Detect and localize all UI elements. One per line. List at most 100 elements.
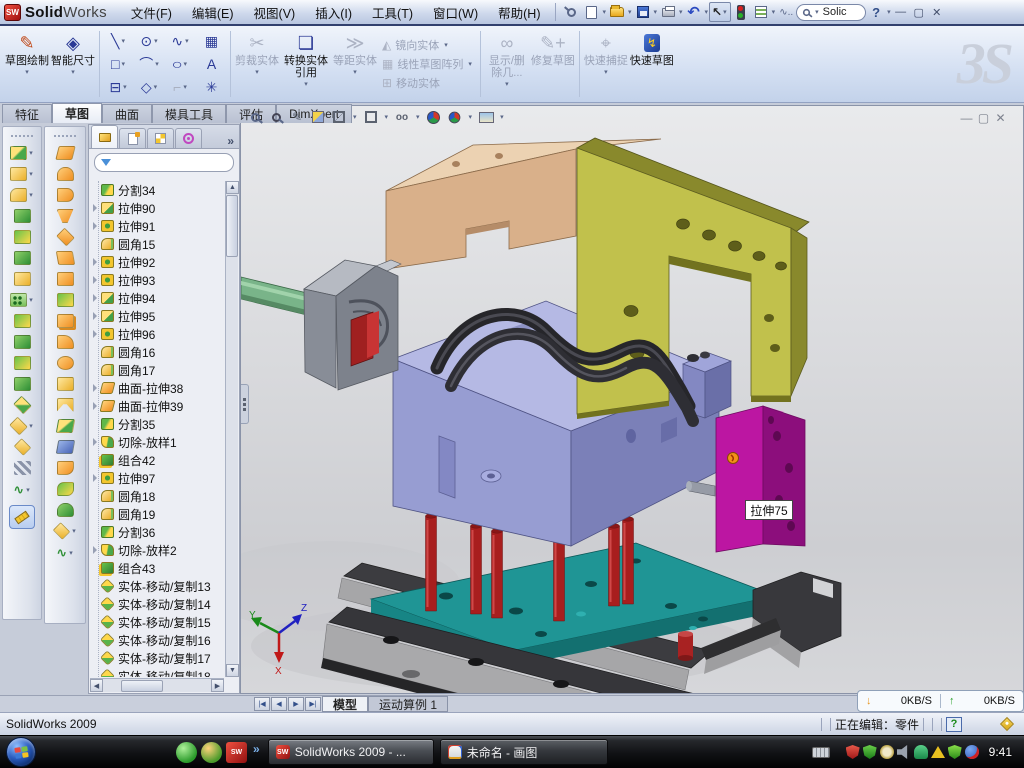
surfaces-toolbar-icon[interactable] [57, 293, 74, 307]
quick-snaps-button[interactable]: ⌖ 快速捕捉▾ [583, 28, 629, 100]
scene-background-dropdown[interactable]: ▾ [500, 113, 504, 121]
doc-minimize-button[interactable]: — [958, 111, 975, 125]
view-orientation-dropdown[interactable]: ▾ [385, 113, 389, 121]
pin-icon[interactable] [561, 2, 581, 22]
doc-tab-nav-previous[interactable]: ◀ [271, 697, 287, 711]
tree-item[interactable]: 组合42 [91, 451, 227, 469]
features-toolbar-icon[interactable] [14, 314, 31, 328]
doc-tab-nav-next[interactable]: ▶ [288, 697, 304, 711]
features-toolbar-icon[interactable] [13, 438, 31, 456]
tree-item[interactable]: 拉伸96 [91, 325, 227, 343]
surfaces-toolbar-icon[interactable] [56, 228, 75, 247]
surfaces-toolbar-icon[interactable] [57, 503, 74, 517]
sketch-button[interactable]: ✎ 草图绘制▾ [4, 28, 50, 100]
model-3d[interactable]: Y Z X [241, 106, 1024, 694]
tree-item[interactable]: 拉伸95 [91, 307, 227, 325]
surfaces-toolbar-icon[interactable] [55, 440, 74, 454]
status-help-button[interactable]: ? [946, 717, 962, 732]
offset-entities-button[interactable]: ≫ 等距实体▾ [332, 28, 378, 100]
search-box[interactable]: ▾ Solic [796, 4, 866, 21]
tag-icon[interactable] [1000, 717, 1014, 731]
expand-arrow-icon[interactable] [93, 276, 97, 284]
menu-view[interactable]: 视图(V) [244, 0, 306, 25]
move-copy-tool-icon[interactable] [13, 396, 32, 415]
features-toolbar-icon[interactable] [14, 377, 31, 391]
save-button[interactable] [633, 2, 653, 22]
hide-show-dropdown[interactable]: ▾ [416, 113, 420, 121]
expand-arrow-icon[interactable] [93, 294, 97, 302]
panel-overflow-chevron[interactable]: » [227, 134, 237, 148]
restore-button[interactable]: ▢ [910, 4, 928, 20]
surfaces-toolbar-icon[interactable] [55, 146, 75, 160]
search-input[interactable]: Solic [823, 6, 847, 18]
features-toolbar-icon[interactable] [14, 356, 31, 370]
surfaces-toolbar-icon[interactable] [57, 335, 74, 349]
features-toolbar-icon[interactable] [9, 417, 28, 436]
arc-tool[interactable]: ⌒▾ [134, 53, 165, 76]
doc-tab-nav-last[interactable]: ▶| [305, 697, 321, 711]
features-toolbar-icon[interactable] [14, 272, 31, 286]
rectangle-tool[interactable]: □▾ [103, 53, 134, 76]
menu-insert[interactable]: 插入(I) [305, 0, 362, 25]
tree-item[interactable]: 圆角15 [91, 235, 227, 253]
expand-arrow-icon[interactable] [93, 402, 97, 410]
tree-item[interactable]: 圆角17 [91, 361, 227, 379]
tray-connectivity-icon[interactable] [914, 745, 928, 759]
start-button[interactable] [6, 737, 36, 767]
surfaces-toolbar-icon[interactable] [55, 419, 74, 433]
tab-sketch[interactable]: 草图 [52, 103, 102, 123]
menu-tools[interactable]: 工具(T) [362, 0, 423, 25]
taskbar-clock[interactable]: 9:41 [989, 745, 1012, 759]
menu-help[interactable]: 帮助(H) [488, 0, 550, 25]
print-button[interactable] [658, 2, 678, 22]
tree-item[interactable]: 拉伸93 [91, 271, 227, 289]
close-button[interactable]: ✕ [928, 4, 946, 20]
quicklaunch-messenger-icon[interactable] [176, 742, 197, 763]
open-button[interactable] [607, 2, 627, 22]
scrollbar-thumb[interactable] [226, 195, 238, 257]
doc-restore-button[interactable]: ▢ [975, 111, 992, 125]
appearances-icon[interactable] [426, 109, 442, 125]
linear-sketch-pattern-button[interactable]: ▦线性草图阵列▾ [382, 56, 473, 72]
surfaces-toolbar-icon[interactable] [57, 356, 74, 370]
display-style-icon[interactable] [331, 109, 347, 125]
tree-item[interactable]: 圆角19 [91, 505, 227, 523]
tray-network-warning-icon[interactable] [931, 746, 945, 758]
save-dropdown-arrow[interactable]: ▾ [654, 8, 658, 16]
locating-pin[interactable] [678, 631, 693, 661]
tree-item[interactable]: 拉伸90 [91, 199, 227, 217]
features-toolbar-icon[interactable] [14, 230, 31, 244]
view-previous-icon[interactable]: ✎ [289, 109, 305, 125]
design-checker-button[interactable] [751, 2, 771, 22]
expand-arrow-icon[interactable] [93, 546, 97, 554]
expand-arrow-icon[interactable] [93, 204, 97, 212]
model-tab[interactable]: 模型 [322, 696, 368, 712]
network-speed-widget[interactable]: ↓ 0KB/S ↑ 0KB/S [857, 690, 1024, 712]
repair-sketch-button[interactable]: ✎+ 修复草图 [530, 28, 576, 100]
scene-background-icon[interactable] [478, 109, 494, 125]
pattern-tool-icon[interactable] [10, 293, 27, 307]
sketch-text-tool[interactable]: A [196, 53, 227, 76]
tree-item[interactable]: 分割35 [91, 415, 227, 433]
surfaces-toolbar-icon[interactable] [57, 461, 74, 475]
zoom-area-icon[interactable] [268, 109, 284, 125]
surfaces-toolbar-icon[interactable] [57, 272, 74, 286]
help-dropdown-arrow[interactable]: ▾ [887, 8, 891, 16]
tree-item[interactable]: 拉伸92 [91, 253, 227, 271]
features-toolbar-icon[interactable] [14, 209, 31, 223]
tree-item[interactable]: 实体-移动/复制13 [91, 577, 227, 595]
scroll-up-arrow[interactable]: ▲ [226, 181, 239, 194]
tree-item[interactable]: 实体-移动/复制17 [91, 649, 227, 667]
part-magenta-block[interactable] [716, 406, 805, 552]
display-style-dropdown[interactable]: ▾ [353, 113, 357, 121]
tab-surfaces[interactable]: 曲面 [102, 104, 152, 123]
tree-vertical-scrollbar[interactable]: ▲ ▼ [225, 181, 238, 677]
features-toolbar-icon[interactable] [10, 167, 27, 181]
quicklaunch-media-icon[interactable] [201, 742, 222, 763]
tree-item[interactable]: 圆角18 [91, 487, 227, 505]
spline-tool-icon[interactable]: ∿ [56, 545, 67, 561]
instant3d-button[interactable] [9, 505, 35, 529]
features-toolbar-icon[interactable] [10, 146, 27, 160]
scroll-left-arrow[interactable]: ◀ [90, 679, 103, 692]
tree-item[interactable]: 实体-移动/复制14 [91, 595, 227, 613]
